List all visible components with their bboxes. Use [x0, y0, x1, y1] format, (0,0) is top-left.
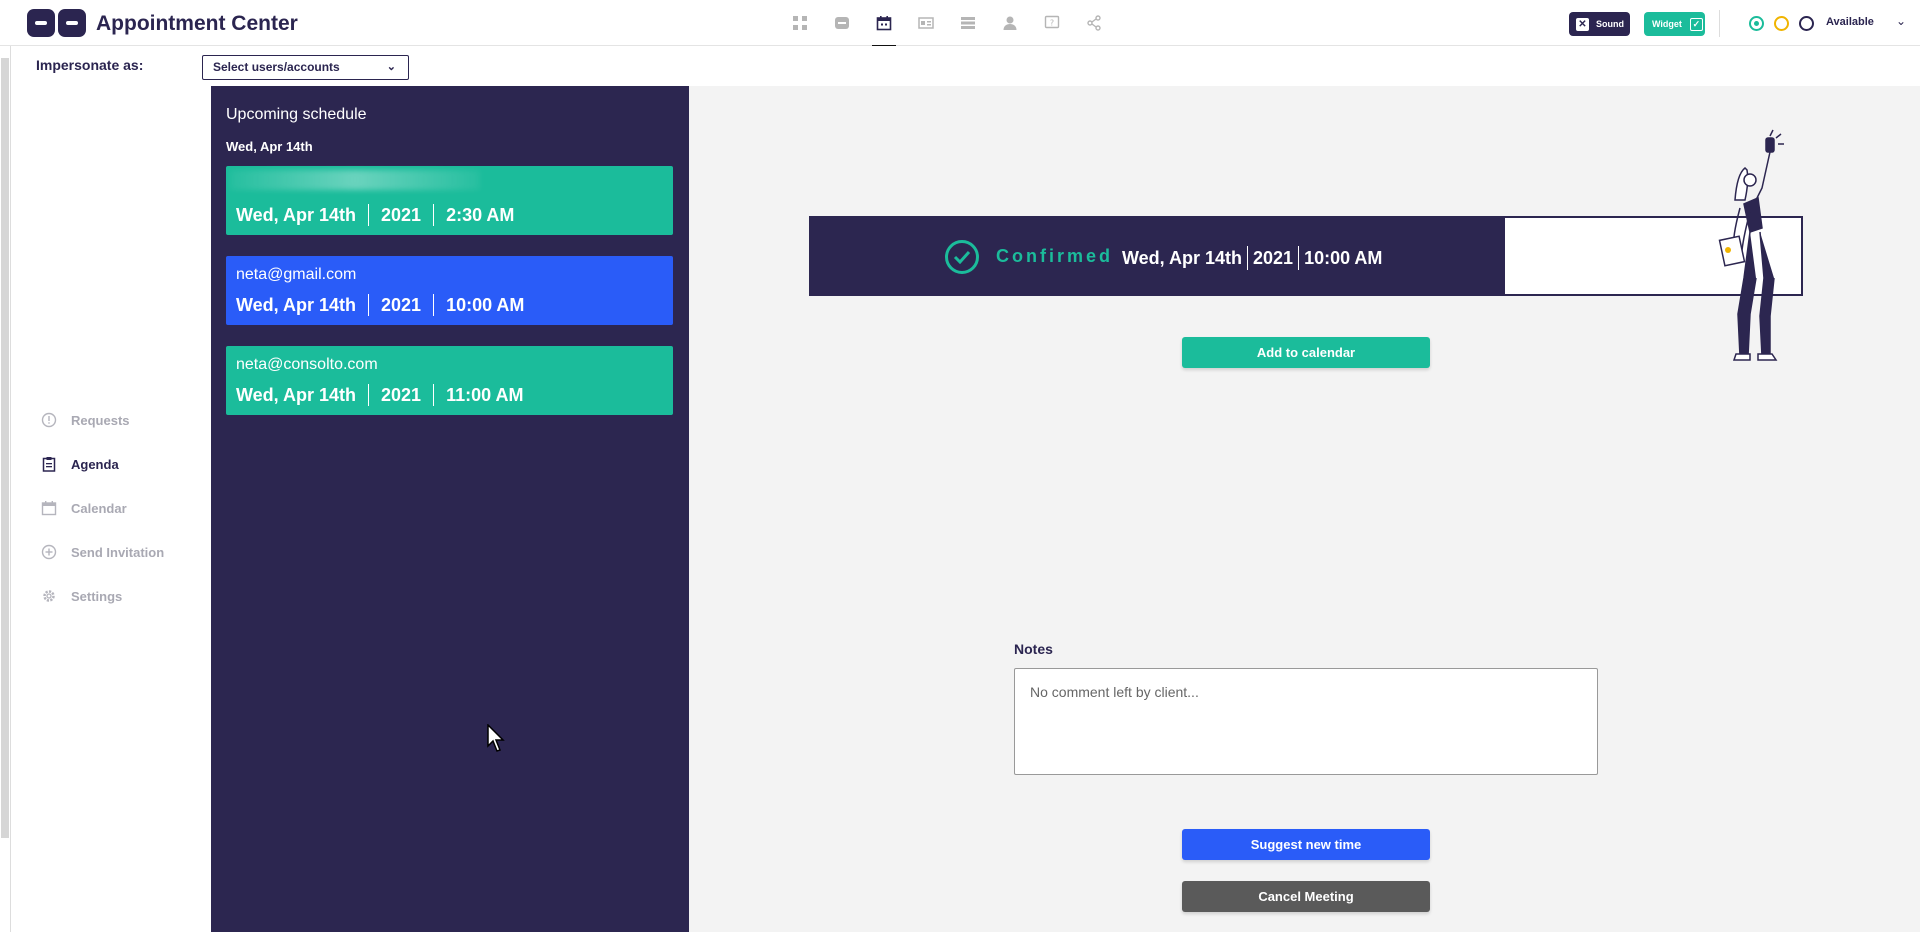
- list-icon[interactable]: [956, 11, 980, 35]
- id-card-icon[interactable]: [914, 11, 938, 35]
- appointment-card[interactable]: Wed, Apr 14th 2021 2:30 AM: [226, 166, 673, 235]
- confirmation-status: Confirmed: [996, 246, 1113, 266]
- widget-toggle[interactable]: Widget ✓: [1644, 12, 1705, 36]
- top-nav: ?: [788, 11, 1106, 48]
- confirmation-year: 2021: [1253, 247, 1294, 268]
- appointment-email: neta@gmail.com: [236, 266, 357, 283]
- svg-text:?: ?: [1050, 19, 1054, 28]
- app-title: Appointment Center: [96, 12, 298, 35]
- left-edge-scrollbar: [0, 46, 11, 932]
- impersonate-select[interactable]: Select users/accounts ⌄: [202, 55, 409, 80]
- woman-selfie-illustration: [1718, 129, 1784, 361]
- appointment-date: Wed, Apr 14th: [236, 294, 357, 315]
- appointment-year: 2021: [381, 294, 422, 315]
- app-logo: [27, 9, 86, 37]
- share-icon[interactable]: [1082, 11, 1106, 35]
- appointment-year: 2021: [381, 384, 422, 405]
- check-circle-icon: [945, 240, 979, 274]
- appointment-card[interactable]: neta@consolto.com Wed, Apr 14th 2021 11:…: [226, 346, 673, 415]
- person-icon[interactable]: [998, 11, 1022, 35]
- chevron-down-icon: ⌄: [386, 61, 396, 73]
- appointment-datetime: Wed, Apr 14th 2021 2:30 AM: [236, 204, 514, 226]
- confirmation-banner: Confirmed Wed, Apr 14th 2021 10:00 AM: [809, 216, 1803, 296]
- status-away-radio[interactable]: [1774, 16, 1789, 31]
- appointment-time: 10:00 AM: [446, 294, 525, 315]
- sidebar-item-calendar[interactable]: Calendar: [41, 500, 127, 516]
- appointment-email: neta@consolto.com: [236, 356, 378, 373]
- cancel-meeting-button[interactable]: Cancel Meeting: [1182, 881, 1430, 912]
- status-offline-radio[interactable]: [1799, 16, 1814, 31]
- divider: [1719, 10, 1720, 37]
- grid-icon[interactable]: [788, 11, 812, 35]
- appointment-date: Wed, Apr 14th: [236, 204, 357, 225]
- sidebar: Requests Agenda Calendar Send Invitation…: [11, 86, 211, 932]
- status-available-radio[interactable]: [1749, 16, 1764, 31]
- confirmation-date: Wed, Apr 14th: [1122, 247, 1243, 268]
- sidebar-item-label: Requests: [71, 412, 130, 428]
- suggest-new-time-button[interactable]: Suggest new time: [1182, 829, 1430, 860]
- sidebar-item-requests[interactable]: Requests: [41, 412, 130, 428]
- appointment-time: 11:00 AM: [446, 384, 524, 405]
- appointment-time: 2:30 AM: [446, 204, 515, 225]
- status-selector: [1749, 16, 1814, 31]
- sidebar-item-send-invitation[interactable]: Send Invitation: [41, 544, 164, 560]
- plus-circle-icon: [41, 544, 57, 560]
- help-icon[interactable]: ?: [1040, 11, 1064, 35]
- appointment-card-selected[interactable]: neta@gmail.com Wed, Apr 14th 2021 10:00 …: [226, 256, 673, 325]
- schedule-date-heading: Wed, Apr 14th: [226, 139, 313, 154]
- calendar-icon[interactable]: [872, 11, 896, 48]
- alert-circle-icon: [41, 412, 57, 428]
- close-icon: ✕: [1576, 17, 1589, 31]
- gear-icon: [43, 590, 55, 602]
- clipboard-icon: [42, 457, 56, 472]
- sidebar-item-label: Send Invitation: [71, 544, 165, 560]
- widget-toggle-label: Widget: [1652, 19, 1682, 29]
- chevron-down-icon[interactable]: ⌄: [1896, 14, 1906, 28]
- confirmation-time: 10:00 AM: [1304, 247, 1383, 268]
- sidebar-item-agenda[interactable]: Agenda: [41, 456, 119, 472]
- calendar-icon: [41, 501, 57, 516]
- checkmark-icon: ✓: [1689, 17, 1703, 31]
- impersonate-select-value: Select users/accounts: [213, 60, 340, 74]
- appointment-datetime: Wed, Apr 14th 2021 11:00 AM: [236, 384, 523, 406]
- sidebar-item-label: Agenda: [71, 456, 119, 472]
- appointment-datetime: Wed, Apr 14th 2021 10:00 AM: [236, 294, 524, 316]
- top-bar: Appointment Center ? ✕ Sound Widget ✓ Av…: [0, 0, 1920, 48]
- impersonate-label: Impersonate as:: [36, 57, 144, 73]
- scrollbar-thumb[interactable]: [1, 58, 9, 838]
- notes-label: Notes: [1014, 641, 1053, 657]
- mouse-cursor-icon: [487, 724, 505, 752]
- sound-toggle-label: Sound: [1596, 19, 1624, 29]
- redacted-email: [230, 170, 480, 190]
- chat-icon[interactable]: [830, 11, 854, 35]
- add-to-calendar-button[interactable]: Add to calendar: [1182, 337, 1430, 368]
- confirmation-datetime: Wed, Apr 14th 2021 10:00 AM: [1122, 246, 1382, 270]
- confirmation-banner-body: Confirmed Wed, Apr 14th 2021 10:00 AM: [811, 218, 1505, 294]
- sidebar-item-settings[interactable]: Settings: [41, 588, 122, 604]
- schedule-panel: Upcoming schedule Wed, Apr 14th Wed, Apr…: [211, 86, 689, 932]
- appointment-year: 2021: [381, 204, 422, 225]
- schedule-title: Upcoming schedule: [226, 106, 367, 123]
- sidebar-item-label: Calendar: [71, 500, 127, 516]
- sound-toggle[interactable]: ✕ Sound: [1569, 12, 1630, 36]
- status-label: Available: [1826, 16, 1874, 28]
- notes-textarea[interactable]: No comment left by client...: [1014, 668, 1598, 775]
- appointment-date: Wed, Apr 14th: [236, 384, 357, 405]
- sidebar-item-label: Settings: [71, 588, 123, 604]
